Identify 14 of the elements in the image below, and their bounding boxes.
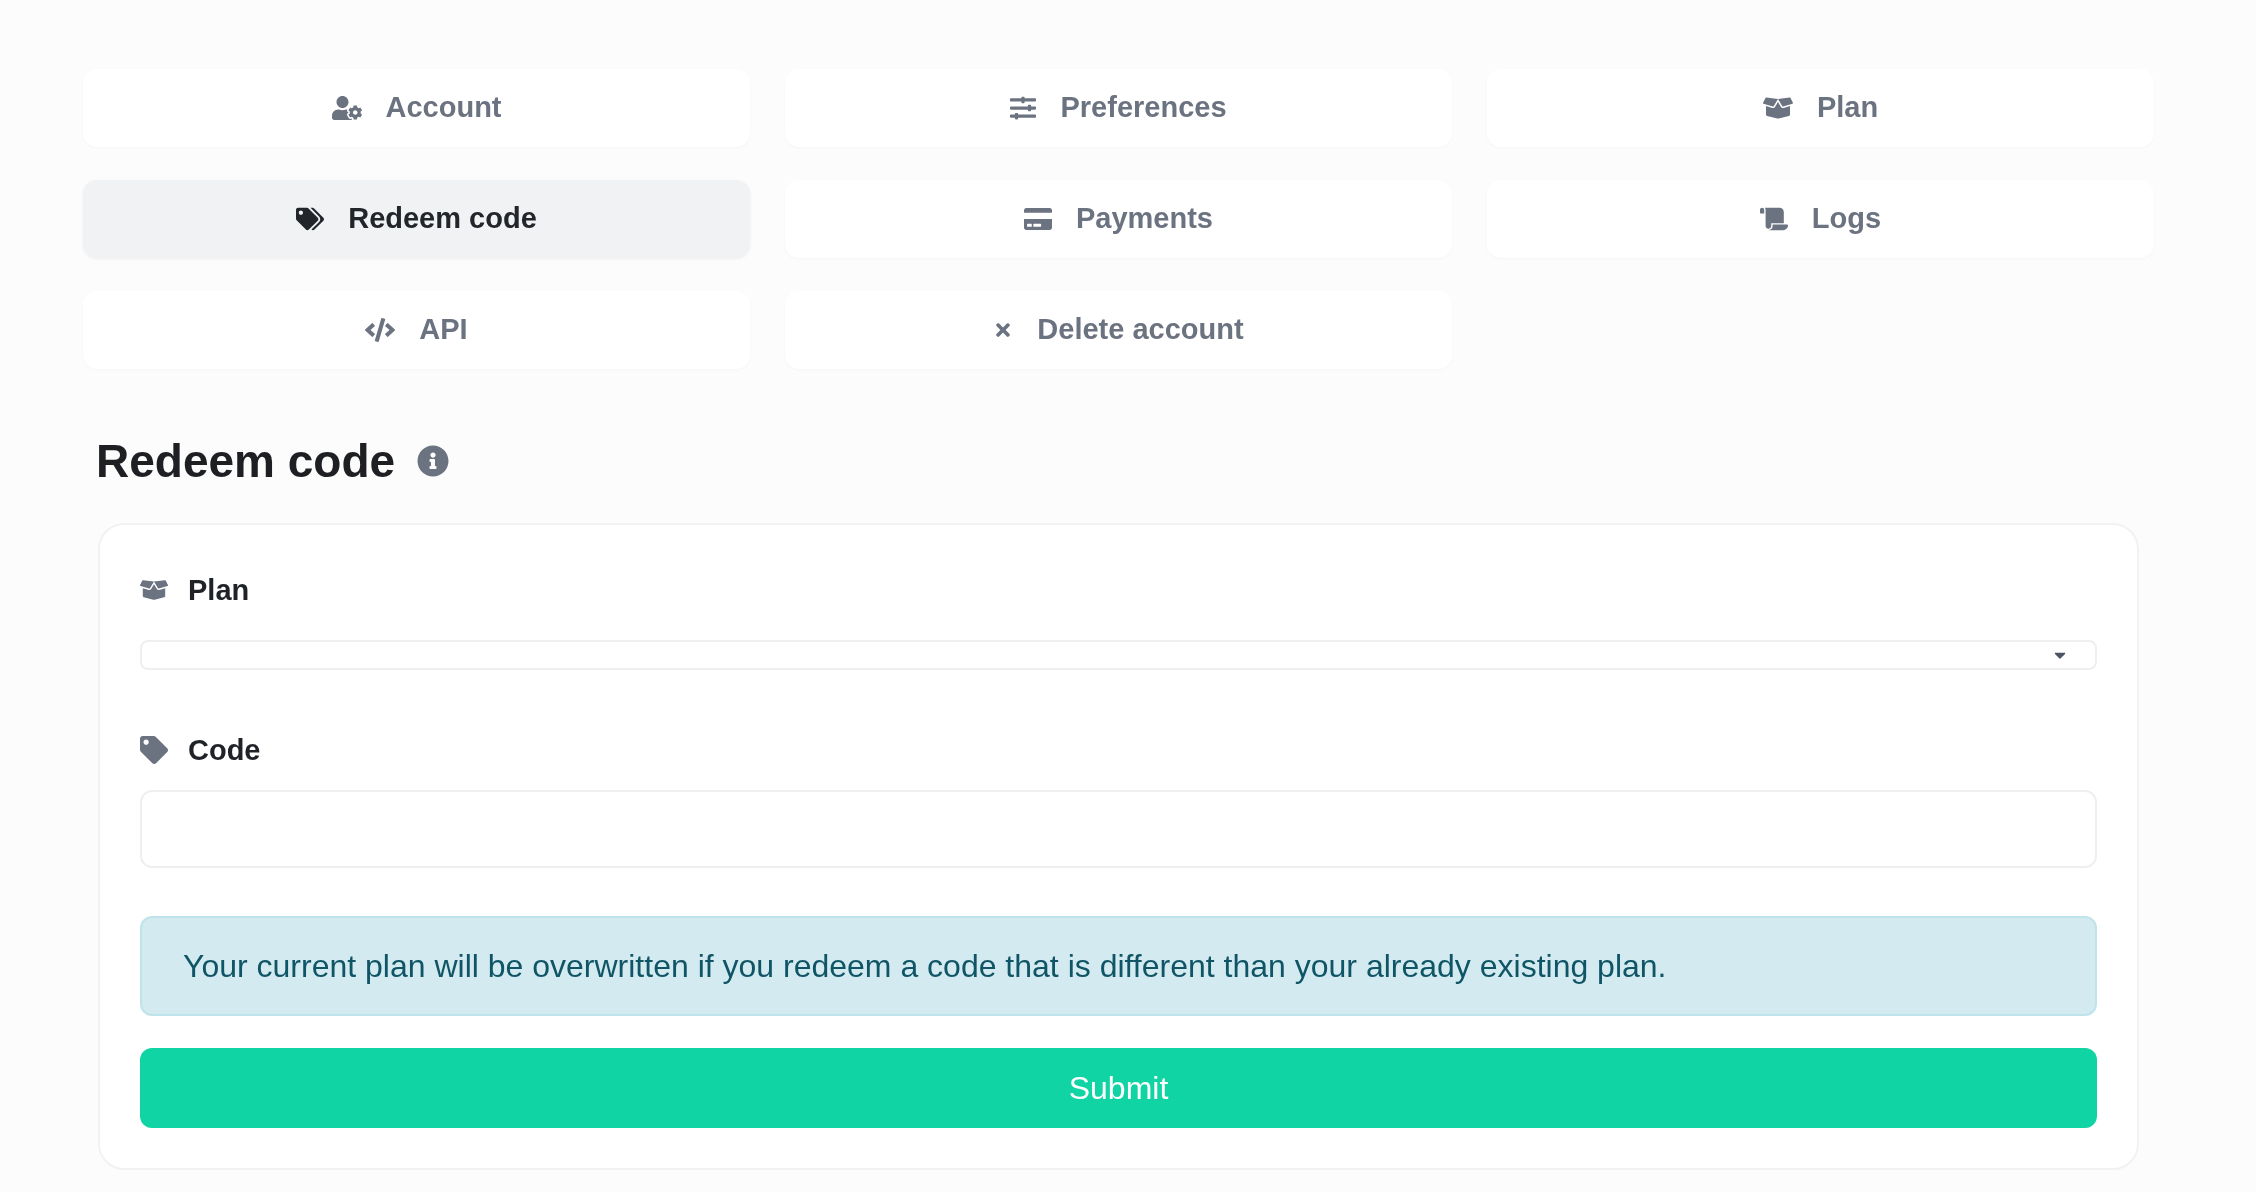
info-icon[interactable] (417, 445, 450, 477)
select-field[interactable] (140, 640, 2097, 670)
field-label: Code (188, 733, 261, 768)
code-icon (365, 315, 396, 345)
sliders-icon (1010, 95, 1037, 121)
tab[interactable]: Redeem code (83, 180, 750, 258)
credit-card-icon (1024, 205, 1052, 233)
field-label: Plan (188, 573, 250, 608)
tags-icon (296, 205, 325, 233)
user-gear-icon (331, 93, 362, 123)
tag-icon (140, 736, 168, 764)
scroll-icon (1759, 205, 1788, 233)
section-title: Redeem code (96, 434, 396, 489)
alert-message: Your current plan will be overwritten if you redeem a code that is different than your already existing plan. (140, 916, 2097, 1016)
